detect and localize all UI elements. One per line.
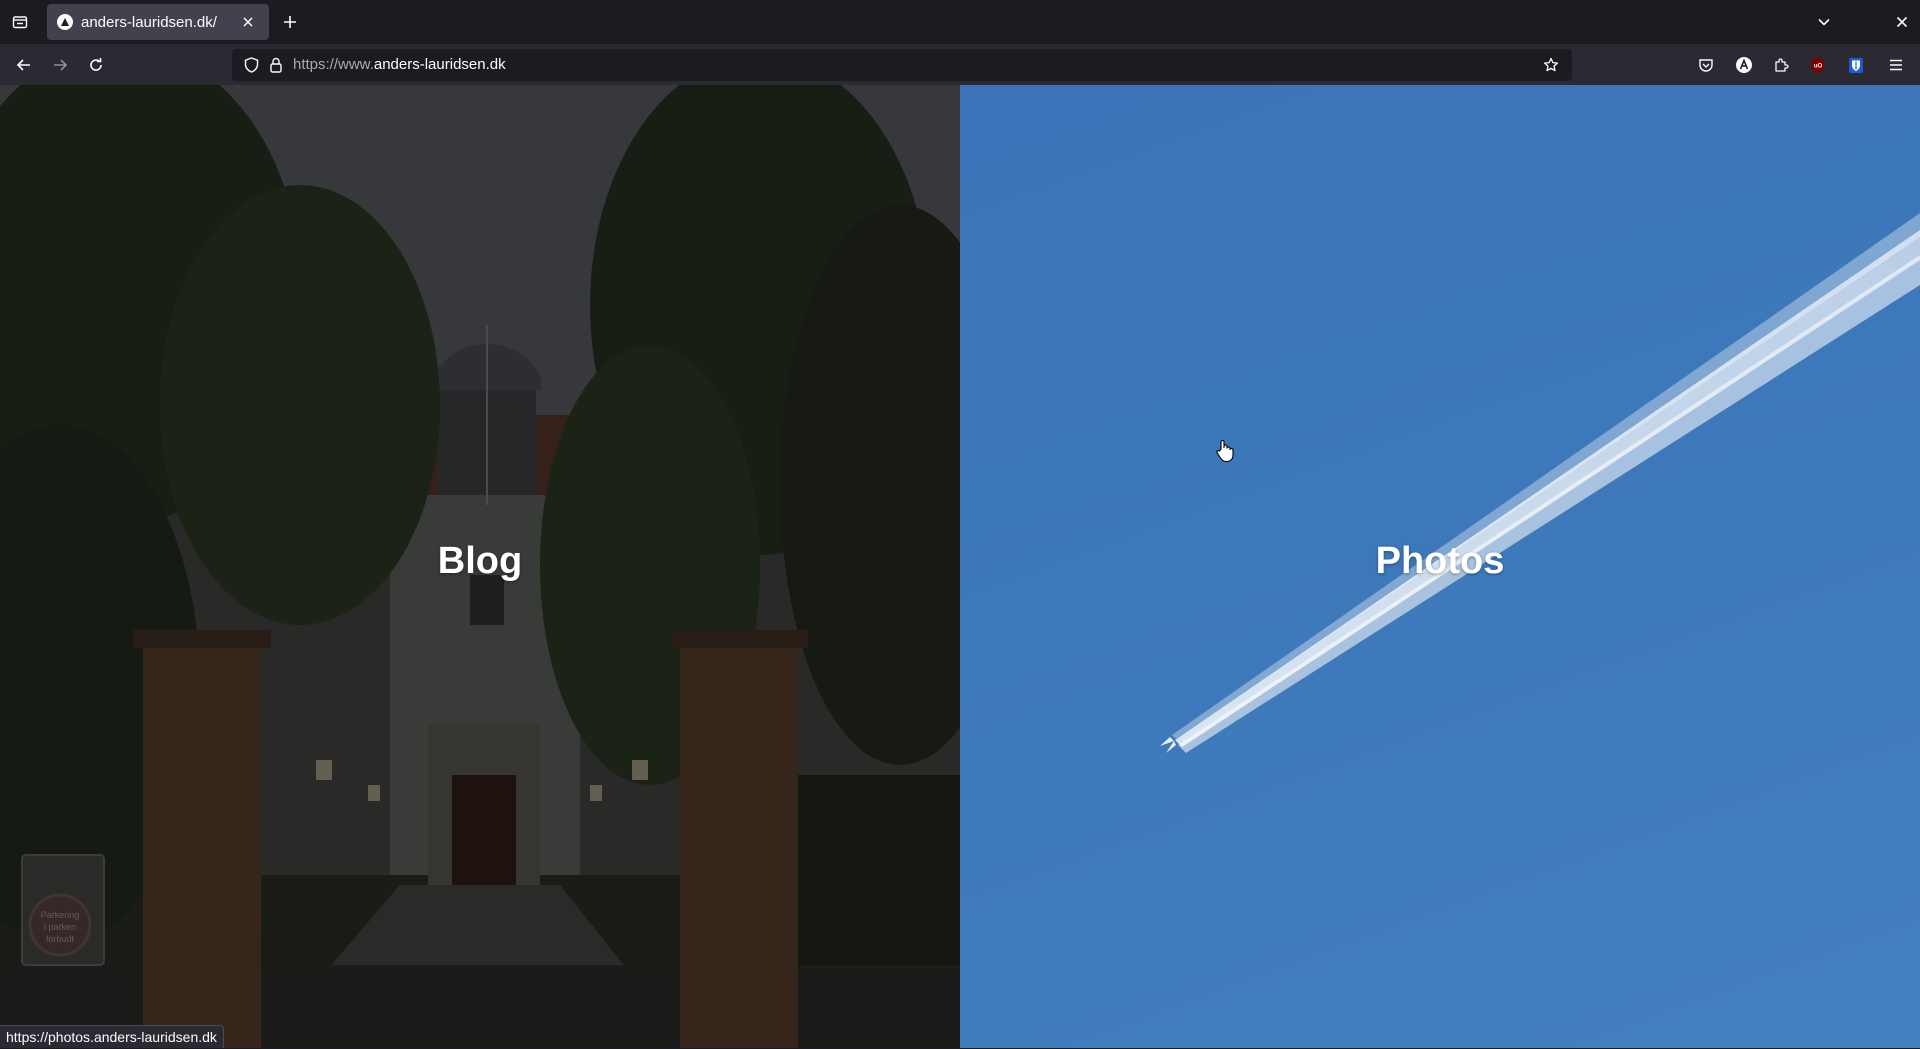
star-icon bbox=[1543, 57, 1559, 72]
tabs-list-button[interactable] bbox=[6, 8, 34, 36]
bitwarden-icon bbox=[1849, 57, 1863, 73]
extensions-button[interactable] bbox=[1765, 49, 1797, 81]
back-button[interactable] bbox=[8, 49, 40, 81]
window-close-button[interactable] bbox=[1888, 8, 1916, 36]
ublock-icon: uO bbox=[1811, 57, 1825, 73]
forward-button[interactable] bbox=[44, 49, 76, 81]
back-arrow-icon bbox=[16, 59, 30, 71]
new-tab-button[interactable] bbox=[276, 8, 304, 36]
forward-arrow-icon bbox=[54, 59, 68, 71]
tabs-list-icon bbox=[12, 16, 28, 29]
tracking-protection-button[interactable] bbox=[238, 49, 264, 81]
bookmark-button[interactable] bbox=[1536, 49, 1566, 81]
reload-icon bbox=[90, 58, 102, 71]
status-bar-link-preview: https://photos.anders-lauridsen.dk bbox=[0, 1025, 224, 1048]
active-tab[interactable]: anders-lauridsen.dk/ bbox=[47, 4, 269, 40]
shield-icon bbox=[244, 57, 258, 73]
blog-label: Blog bbox=[437, 540, 523, 582]
page-content: Parkering i parken forbudt Blog Photos bbox=[0, 85, 1920, 1048]
hand-cursor-icon bbox=[1216, 440, 1234, 463]
puzzle-icon bbox=[1775, 58, 1789, 72]
site-security-button[interactable] bbox=[264, 49, 288, 81]
lock-icon bbox=[270, 57, 282, 73]
list-all-tabs-button[interactable] bbox=[1810, 8, 1838, 36]
close-icon bbox=[243, 17, 253, 27]
tab-close-button[interactable] bbox=[237, 11, 259, 33]
account-icon bbox=[1736, 57, 1752, 73]
url-text: https://www.anders-lauridsen.dk bbox=[293, 49, 506, 81]
close-icon bbox=[1896, 16, 1908, 28]
hamburger-menu-icon bbox=[1890, 59, 1902, 71]
address-bar[interactable]: https://www.anders-lauridsen.dk bbox=[232, 49, 1572, 81]
blog-panel-link[interactable]: Parkering i parken forbudt Blog bbox=[0, 85, 960, 1048]
chevron-down-icon bbox=[1818, 18, 1830, 26]
triangle-favicon-icon bbox=[57, 14, 73, 30]
tab-title: anders-lauridsen.dk/ bbox=[81, 13, 217, 31]
navigation-toolbar: https://www.anders-lauridsen.dk uO bbox=[0, 44, 1920, 85]
url-domain: anders-lauridsen.dk bbox=[373, 56, 506, 73]
ublock-button[interactable]: uO bbox=[1802, 49, 1834, 81]
photos-label: Photos bbox=[1375, 540, 1505, 582]
bitwarden-button[interactable] bbox=[1840, 49, 1872, 81]
pocket-button[interactable] bbox=[1690, 49, 1722, 81]
svg-text:uO: uO bbox=[1814, 63, 1823, 69]
plus-icon bbox=[284, 16, 296, 28]
url-prefix: https://www. bbox=[293, 56, 374, 73]
reload-button[interactable] bbox=[80, 49, 112, 81]
pocket-icon bbox=[1699, 59, 1713, 72]
tab-bar: anders-lauridsen.dk/ bbox=[0, 0, 1920, 44]
photos-panel-link[interactable]: Photos bbox=[960, 85, 1920, 1048]
app-menu-button[interactable] bbox=[1880, 49, 1912, 81]
account-button[interactable] bbox=[1728, 49, 1760, 81]
